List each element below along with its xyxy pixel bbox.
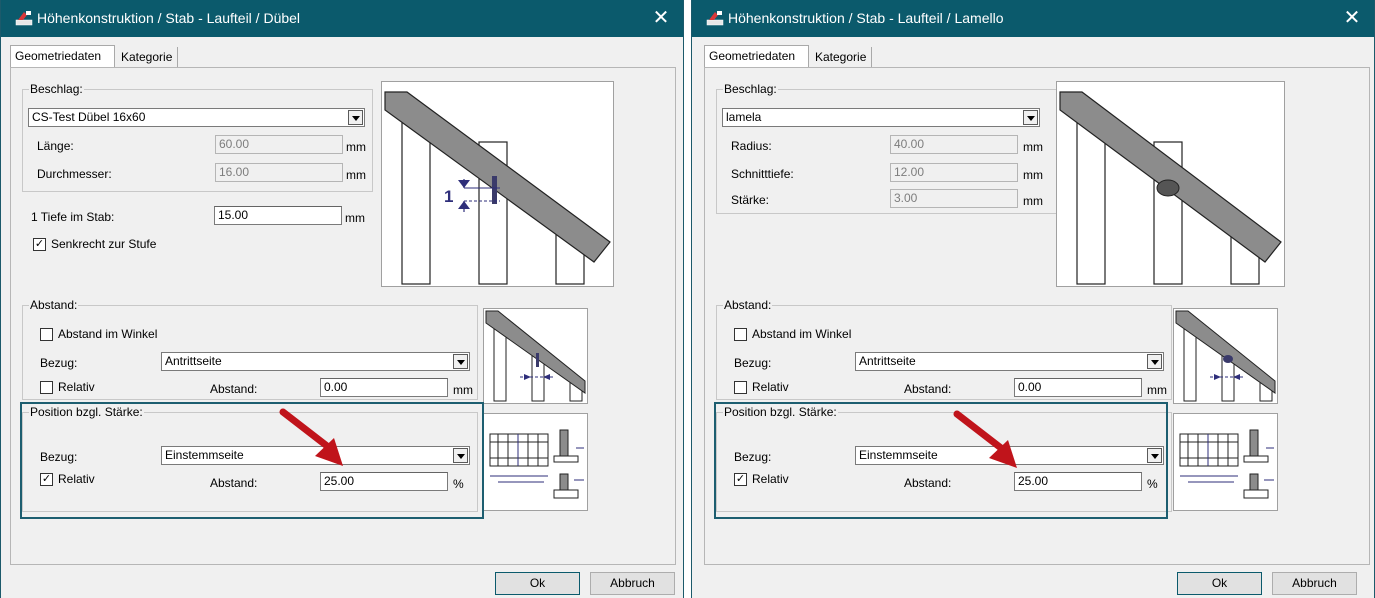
annotation-arrow-icon xyxy=(279,408,343,466)
ok-button[interactable]: Ok xyxy=(1177,572,1262,595)
abstand-group: Abstand: Abstand im Winkel Bezug: Antrit… xyxy=(22,298,478,400)
durchmesser-field: 16.00 xyxy=(215,163,343,182)
ok-button[interactable]: Ok xyxy=(495,572,580,595)
group-label: Abstand: xyxy=(723,298,773,312)
schnitttiefe-label: Schnitttiefe: xyxy=(731,167,794,181)
schnitttiefe-field: 12.00 xyxy=(890,163,1018,182)
highlight-frame xyxy=(20,402,484,519)
app-icon xyxy=(706,11,724,26)
abstand-group: Abstand: Abstand im Winkel Bezug: Antrit… xyxy=(716,298,1172,400)
radius-label: Radius: xyxy=(731,139,772,153)
group-label: Beschlag: xyxy=(29,82,84,96)
chevron-down-icon[interactable] xyxy=(1023,110,1038,125)
annotation-arrow-icon xyxy=(953,410,1017,468)
cancel-button[interactable]: Abbruch xyxy=(1272,572,1357,595)
abstand-label: Abstand: xyxy=(904,382,952,396)
tab-geometriedaten[interactable]: Geometriedaten xyxy=(10,45,115,67)
unit-label: mm xyxy=(346,168,366,182)
tab-geometriedaten[interactable]: Geometriedaten xyxy=(704,45,809,67)
abstand-diagram xyxy=(1173,308,1278,404)
staerke-label: Stärke: xyxy=(731,193,770,207)
abstand-diagram xyxy=(483,308,588,404)
group-label: Beschlag: xyxy=(723,82,778,96)
beschlag-group: Beschlag: lamela Radius: 40.00 mm Schnit… xyxy=(716,82,1067,214)
title-bar: Höhenkonstruktion / Stab - Laufteil / Dü… xyxy=(1,0,683,37)
diagram-label: 1 xyxy=(444,187,453,206)
abstand-illustration xyxy=(1175,310,1276,402)
unit-label: mm xyxy=(346,140,366,154)
position-diagram xyxy=(1173,413,1278,511)
close-button[interactable]: ✕ xyxy=(1330,0,1374,37)
radius-field: 40.00 xyxy=(890,135,1018,154)
durchmesser-label: Durchmesser: xyxy=(37,167,112,181)
unit-label: mm xyxy=(453,383,473,397)
relativ-label: Relativ xyxy=(58,380,95,394)
position-diagram xyxy=(483,413,588,511)
laenge-label: Länge: xyxy=(37,139,74,153)
bezug-label: Bezug: xyxy=(40,356,78,370)
title-bar: Höhenkonstruktion / Stab - Laufteil / La… xyxy=(692,0,1374,37)
unit-label: mm xyxy=(1023,168,1043,182)
unit-label: mm xyxy=(1147,383,1167,397)
beschlag-group: Beschlag: CS-Test Dübel 16x60 Länge: 60.… xyxy=(22,82,373,192)
window-title: Höhenkonstruktion / Stab - Laufteil / Dü… xyxy=(37,10,301,26)
chevron-down-icon[interactable] xyxy=(1147,354,1162,369)
highlight-frame xyxy=(714,402,1168,519)
unit-label: mm xyxy=(1023,194,1043,208)
relativ-label: Relativ xyxy=(752,380,789,394)
window-title: Höhenkonstruktion / Stab - Laufteil / La… xyxy=(728,10,1004,26)
group-label: Abstand: xyxy=(29,298,79,312)
bezug-label: Bezug: xyxy=(734,356,772,370)
staerke-field: 3.00 xyxy=(890,189,1018,208)
select-value: CS-Test Dübel 16x60 xyxy=(32,110,146,124)
tab-panel: Beschlag: CS-Test Dübel 16x60 Länge: 60.… xyxy=(10,67,676,565)
unit-label: mm xyxy=(1023,140,1043,154)
abstand-winkel-checkbox[interactable] xyxy=(40,328,53,341)
abstand-winkel-label: Abstand im Winkel xyxy=(752,327,852,341)
select-value: Antrittseite xyxy=(165,354,222,368)
beschlag-select[interactable]: lamela xyxy=(722,108,1040,127)
abstand-relativ-checkbox[interactable] xyxy=(734,381,747,394)
stair-dowel-illustration: 1 xyxy=(384,91,611,285)
abstand-bezug-select[interactable]: Antrittseite xyxy=(161,352,470,371)
stair-lamello-illustration xyxy=(1059,91,1282,285)
duebel-diagram: 1 xyxy=(381,81,614,287)
close-button[interactable]: ✕ xyxy=(639,0,683,37)
abstand-relativ-checkbox[interactable] xyxy=(40,381,53,394)
position-illustration xyxy=(489,429,584,499)
chevron-down-icon[interactable] xyxy=(453,354,468,369)
tiefe-label: 1 Tiefe im Stab: xyxy=(31,210,115,224)
app-icon xyxy=(15,11,33,26)
beschlag-select[interactable]: CS-Test Dübel 16x60 xyxy=(28,108,365,127)
tab-panel: Beschlag: lamela Radius: 40.00 mm Schnit… xyxy=(704,67,1370,565)
senkrecht-checkbox[interactable]: ✓ xyxy=(33,238,46,251)
select-value: Antrittseite xyxy=(859,354,916,368)
unit-label: mm xyxy=(345,211,365,225)
abstand-bezug-select[interactable]: Antrittseite xyxy=(855,352,1164,371)
chevron-down-icon[interactable] xyxy=(348,110,363,125)
lamello-diagram xyxy=(1056,81,1285,287)
position-illustration xyxy=(1179,429,1274,499)
dialog-lamello: Höhenkonstruktion / Stab - Laufteil / La… xyxy=(691,0,1375,598)
dialog-duebel: Höhenkonstruktion / Stab - Laufteil / Dü… xyxy=(0,0,684,598)
abstand-field[interactable]: 0.00 xyxy=(320,378,448,397)
abstand-winkel-label: Abstand im Winkel xyxy=(58,327,158,341)
abstand-winkel-checkbox[interactable] xyxy=(734,328,747,341)
abstand-label: Abstand: xyxy=(210,382,258,396)
abstand-field[interactable]: 0.00 xyxy=(1014,378,1142,397)
tiefe-field[interactable]: 15.00 xyxy=(214,206,342,225)
select-value: lamela xyxy=(726,110,762,124)
tab-kategorie[interactable]: Kategorie xyxy=(811,47,872,67)
tab-kategorie[interactable]: Kategorie xyxy=(117,47,178,67)
laenge-field: 60.00 xyxy=(215,135,343,154)
abstand-illustration xyxy=(485,310,586,402)
senkrecht-label: Senkrecht zur Stufe xyxy=(51,237,157,251)
cancel-button[interactable]: Abbruch xyxy=(590,572,675,595)
